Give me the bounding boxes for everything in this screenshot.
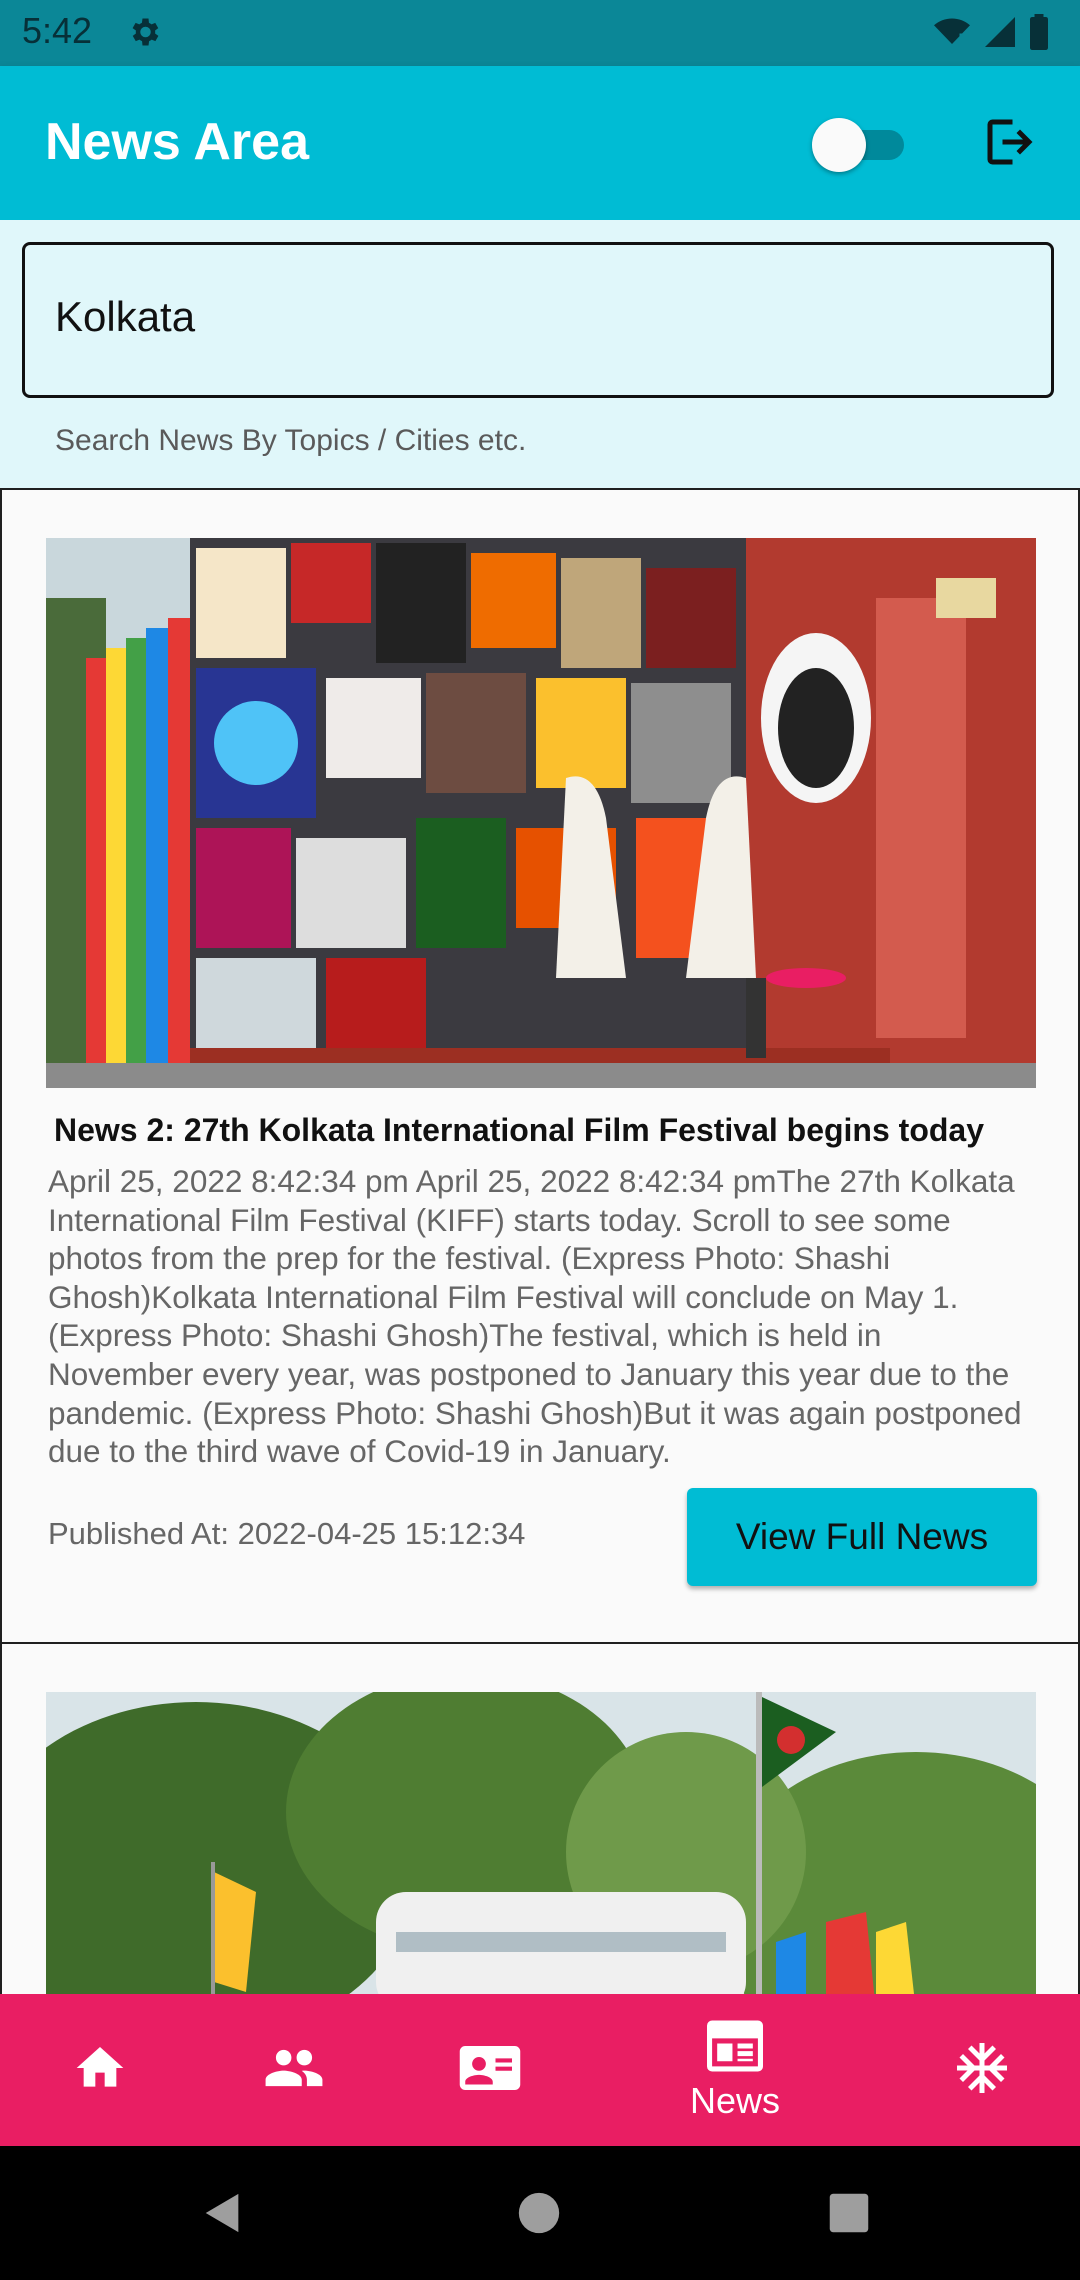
cell-signal-icon xyxy=(982,14,1018,54)
settings-gear-icon xyxy=(126,14,162,54)
nav-news-label: News xyxy=(689,2080,781,2121)
newspaper-icon xyxy=(704,2018,766,2078)
nav-people[interactable] xyxy=(234,1994,354,2146)
contact-card-icon xyxy=(457,2035,523,2105)
news-card xyxy=(0,1642,1080,2012)
logout-icon[interactable] xyxy=(980,112,1040,176)
search-input-value[interactable]: Kolkata xyxy=(55,293,195,341)
published-date: Published At: 2022-04-25 15:12:34 xyxy=(48,1516,526,1551)
theme-toggle[interactable] xyxy=(812,118,912,172)
view-full-news-button[interactable]: View Full News xyxy=(687,1488,1037,1586)
news-card: News 2: 27th Kolkata International Film … xyxy=(0,488,1080,1644)
back-icon[interactable] xyxy=(200,2190,246,2240)
home-icon xyxy=(72,2040,128,2100)
snowflake-icon xyxy=(952,2038,1012,2102)
news-description: April 25, 2022 8:42:34 pm April 25, 2022… xyxy=(48,1163,1022,1470)
news-image xyxy=(46,538,1036,1088)
nav-contacts[interactable] xyxy=(430,1994,550,2146)
bottom-navigation: News xyxy=(0,1994,1080,2146)
nav-snowflake[interactable] xyxy=(922,1994,1042,2146)
people-icon xyxy=(263,2037,325,2103)
nav-home[interactable] xyxy=(40,1994,160,2146)
status-time: 5:42 xyxy=(22,10,93,51)
home-circle-icon[interactable] xyxy=(517,2191,561,2239)
wifi-icon xyxy=(932,14,972,54)
nav-news[interactable]: News xyxy=(640,1994,830,2146)
status-bar: 5:42 xyxy=(0,0,1080,66)
page-title: News Area xyxy=(45,113,309,171)
app-bar: News Area xyxy=(0,66,1080,220)
search-helper-text: Search News By Topics / Cities etc. xyxy=(55,424,527,457)
battery-icon xyxy=(1028,14,1050,54)
search-input[interactable]: Kolkata xyxy=(22,242,1054,398)
news-image xyxy=(46,1692,1036,2012)
system-navigation-bar xyxy=(0,2146,1080,2280)
search-section: Kolkata Search News By Topics / Cities e… xyxy=(0,220,1080,490)
news-title: News 2: 27th Kolkata International Film … xyxy=(54,1112,984,1148)
toggle-knob xyxy=(812,118,866,172)
recents-square-icon[interactable] xyxy=(828,2192,870,2238)
